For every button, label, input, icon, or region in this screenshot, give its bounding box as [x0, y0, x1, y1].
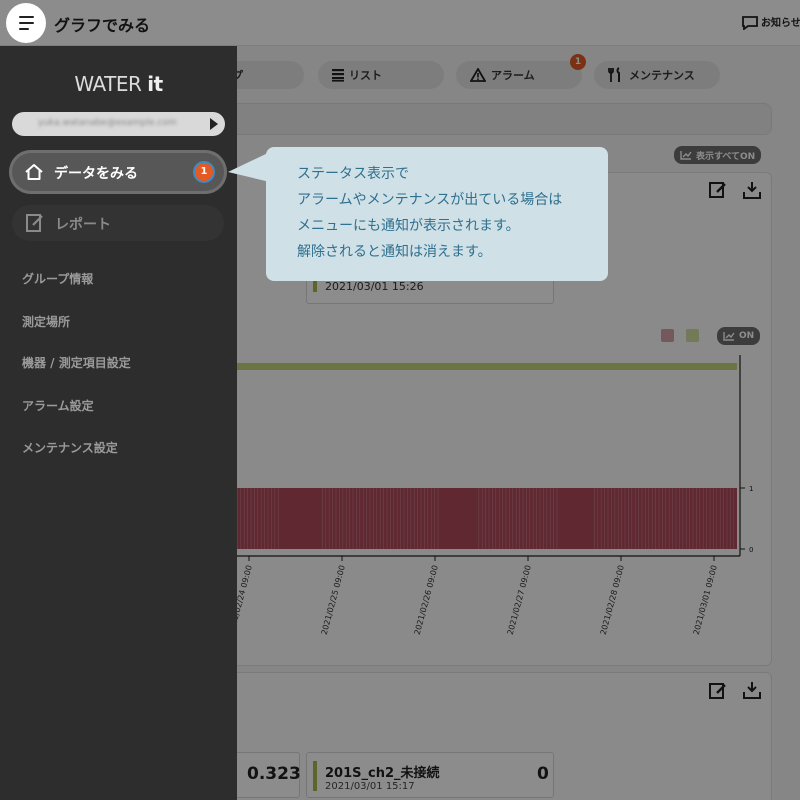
report-icon — [26, 214, 43, 232]
menu-link-maintenance-settings[interactable]: メンテナンス設定 — [22, 439, 118, 456]
tooltip-line: メニューにも通知が表示されます。 — [297, 218, 520, 234]
nav-item-report[interactable]: レポート — [12, 205, 224, 241]
hamburger-line — [19, 28, 29, 30]
hamburger-line — [19, 16, 34, 18]
brand-logo: WATER it — [0, 72, 237, 96]
nav-item-label: データをみる — [54, 166, 138, 182]
menu-link-locations[interactable]: 測定場所 — [22, 313, 70, 330]
tooltip-line: アラームやメンテナンスが出ている場合は — [297, 192, 563, 208]
arrow-right-icon — [210, 118, 218, 130]
nav-item-data[interactable]: データをみる 1 — [9, 150, 227, 194]
tooltip-callout: ステータス表示で アラームやメンテナンスが出ている場合は メニューにも通知が表示… — [266, 147, 608, 281]
menu-link-device-settings[interactable]: 機器 / 測定項目設定 — [22, 354, 131, 371]
nav-alert-badge: 1 — [193, 161, 215, 183]
menu-link-alarm-settings[interactable]: アラーム設定 — [22, 397, 94, 414]
hamburger-line — [19, 22, 34, 24]
account-selector[interactable]: yuka.watanabe@example.com — [12, 112, 225, 136]
brand-accent: it — [147, 72, 163, 96]
tooltip-line: 解除されると通知は消えます。 — [297, 244, 492, 260]
home-icon — [25, 164, 43, 180]
brand-main: WATER — [74, 72, 148, 96]
account-email: yuka.watanabe@example.com — [38, 118, 177, 128]
menu-link-group-info[interactable]: グループ情報 — [22, 270, 93, 287]
tooltip-line: ステータス表示で — [297, 166, 409, 182]
nav-item-label: レポート — [55, 217, 111, 233]
side-drawer: WATER it yuka.watanabe@example.com データをみ… — [0, 46, 237, 800]
menu-toggle-button[interactable] — [6, 3, 46, 43]
tooltip-arrow — [228, 152, 270, 182]
